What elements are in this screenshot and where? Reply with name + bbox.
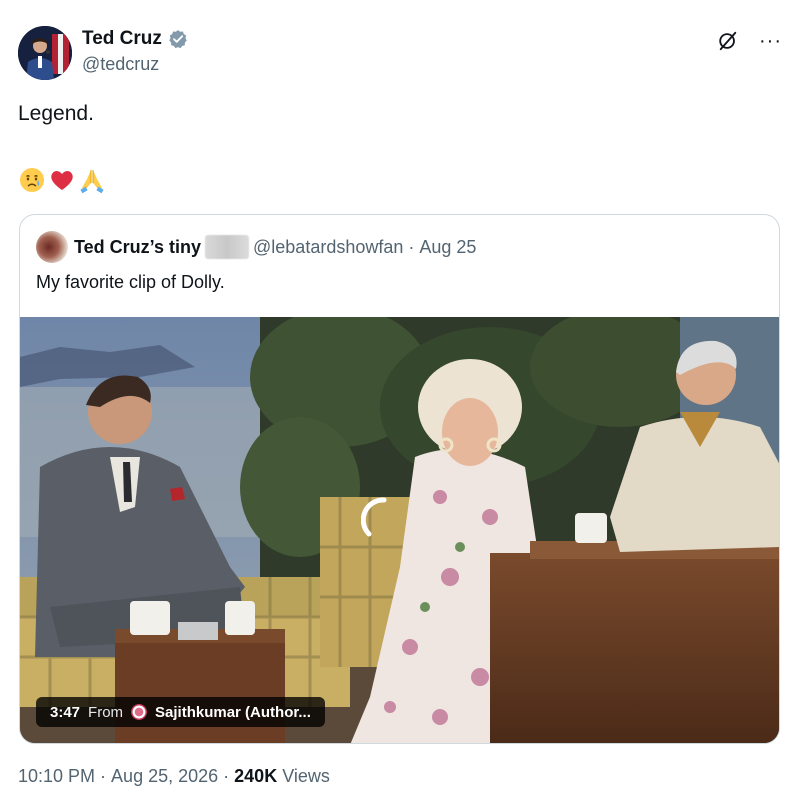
video-player[interactable]: 3:47 From Sajithkumar (Author... <box>20 317 779 743</box>
more-options-icon[interactable]: ··· <box>759 30 782 52</box>
video-source-name[interactable]: Sajithkumar (Author... <box>155 704 311 721</box>
quoted-date[interactable]: Aug 25 <box>419 237 476 258</box>
tweet-time[interactable]: 10:10 PM <box>18 766 95 787</box>
video-from-label: From <box>88 703 124 721</box>
tweet-footer: 10:10 PM · Aug 25, 2026 · 240K Views <box>18 766 330 787</box>
tweet-header: Ted Cruz @tedcruz ··· <box>18 26 782 82</box>
red-heart-icon <box>51 171 73 190</box>
quoted-author-name[interactable]: Ted Cruz’s tiny <box>74 237 201 258</box>
video-duration: 3:47 <box>50 703 81 721</box>
video-info-badge: 3:47 From Sajithkumar (Author... <box>36 697 325 727</box>
views-label: Views <box>282 766 330 786</box>
redacted-name-blur <box>205 235 250 259</box>
author-avatar[interactable] <box>18 26 72 80</box>
footer-separator-2: · <box>223 766 230 786</box>
folded-hands-icon <box>80 170 104 194</box>
quoted-separator: · <box>408 236 415 257</box>
tweet-date[interactable]: Aug 25, 2026 <box>111 766 218 787</box>
quoted-tweet[interactable]: Ted Cruz’s tiny @lebatardshowfan · Aug 2… <box>19 214 780 744</box>
source-avatar-icon <box>131 704 148 720</box>
footer-separator: · <box>100 766 107 786</box>
grok-icon[interactable] <box>717 30 739 52</box>
quoted-tweet-text: My favorite clip of Dolly. <box>36 272 225 292</box>
quoted-author-avatar[interactable] <box>36 231 68 263</box>
loading-spinner-icon <box>361 497 387 537</box>
quoted-tweet-header: Ted Cruz’s tiny @lebatardshowfan · Aug 2… <box>36 231 476 263</box>
tweet-emojis <box>18 166 106 194</box>
views-count[interactable]: 240K <box>234 766 277 787</box>
tweet-text: Legend. <box>18 102 94 125</box>
crying-face-icon <box>20 168 44 192</box>
verified-badge-icon[interactable] <box>168 29 188 49</box>
author-handle[interactable]: @tedcruz <box>82 54 188 75</box>
quoted-author-handle[interactable]: @lebatardshowfan <box>253 237 403 258</box>
author-name[interactable]: Ted Cruz <box>82 28 162 50</box>
